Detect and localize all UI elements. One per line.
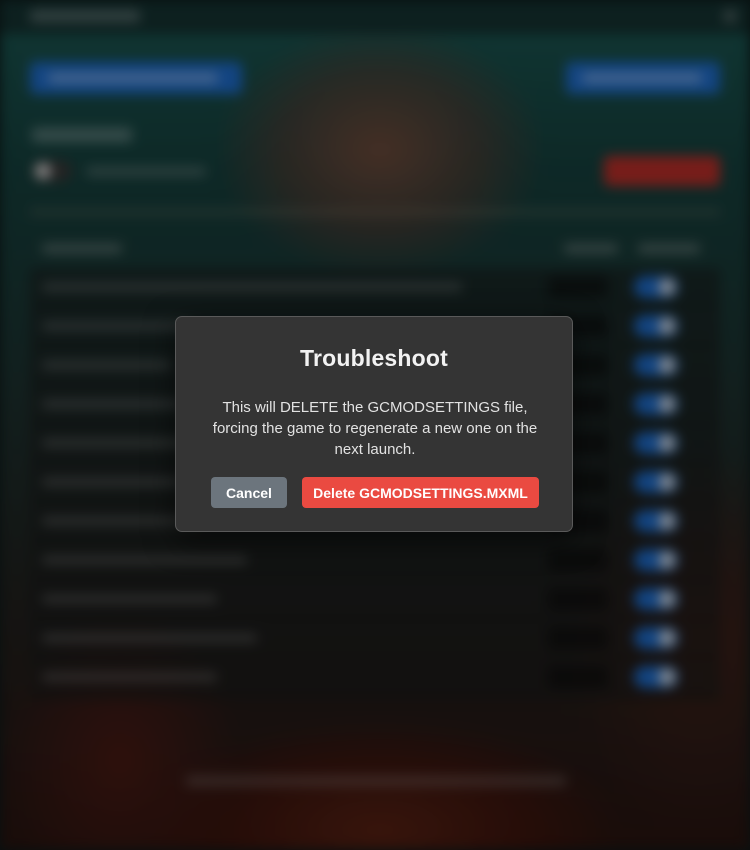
troubleshoot-dialog: Troubleshoot This will DELETE the GCMODS… xyxy=(175,316,573,532)
dialog-title: Troubleshoot xyxy=(299,345,449,371)
cancel-button[interactable]: Cancel xyxy=(211,477,287,508)
dialog-message: This will DELETE the GCMODSETTINGS file,… xyxy=(212,399,538,458)
delete-gcmodsettings-button[interactable]: Delete GCMODSETTINGS.MXML xyxy=(302,477,539,508)
